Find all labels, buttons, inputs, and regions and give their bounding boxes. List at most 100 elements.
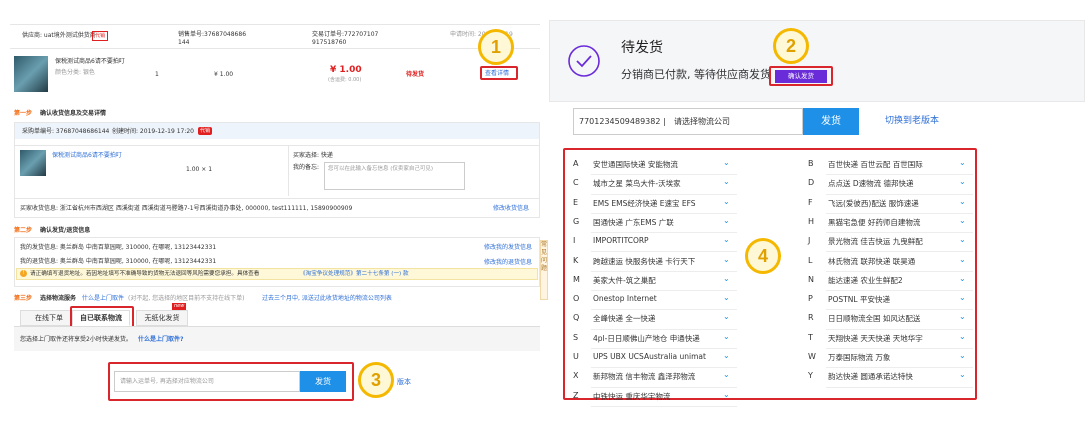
carrier-row[interactable]: F 飞远(爱彼西)配送 服饰速递 ⌄	[808, 195, 973, 214]
step1-label: 第一步	[14, 110, 33, 117]
carrier-row[interactable]: J 景光物流 佳吉快运 九曳鲜配 ⌄	[808, 233, 973, 253]
chevron-down-icon[interactable]: ⌄	[959, 274, 966, 283]
chevron-down-icon[interactable]: ⌄	[959, 159, 966, 167]
carrier-row[interactable]: W 万泰国际物流 万象 ⌄	[808, 349, 973, 369]
modify-address-link[interactable]: 修改收货信息	[493, 205, 529, 212]
carrier-names: 新邦物流 信丰物流 鑫泽邦物流	[593, 372, 696, 382]
chevron-down-icon[interactable]: ⌄	[723, 371, 730, 379]
pickup-what-link[interactable]: 什么是上门取件?	[138, 336, 183, 343]
carrier-row[interactable]: Q 全峰快递 全一快递 ⌄	[573, 310, 737, 330]
step-circle-4: 4	[745, 238, 781, 274]
carrier-row[interactable]: Z 中铁快运 重庆华宇物流 ⌄	[573, 388, 737, 407]
version-link[interactable]: 版本	[397, 378, 411, 386]
chevron-down-icon[interactable]: ⌄	[723, 159, 730, 167]
chevron-down-icon[interactable]: ⌄	[723, 236, 730, 244]
pickup-text: 您选择上门取件还将享受2小时快递发货。	[20, 336, 132, 343]
carrier-letter: U	[573, 352, 579, 361]
ship-button[interactable]: 发货	[300, 371, 346, 392]
chevron-down-icon[interactable]: ⌄	[723, 390, 730, 399]
carrier-letter: J	[808, 236, 811, 246]
status-subtitle: 分销商已付款, 等待供应商发货	[621, 68, 771, 81]
chevron-down-icon[interactable]: ⌄	[959, 216, 966, 225]
modify-ship-link[interactable]: 修改我的发货信息	[484, 244, 532, 251]
pickup-link[interactable]: 什么是上门取件	[82, 295, 124, 302]
ship-button-new[interactable]: 发货	[803, 108, 859, 135]
chevron-down-icon[interactable]: ⌄	[723, 313, 730, 321]
unit-price: ¥ 1.00	[214, 71, 234, 78]
remark-textarea[interactable]: 您可以在此输入备忘信息 (仅卖家自己可见)	[324, 162, 465, 190]
carrier-row[interactable]: N 能达速递 农业生鲜配2 ⌄	[808, 272, 973, 292]
carrier-row[interactable]: E EMS EMS经济快递 E速宝 EFS ⌄	[573, 195, 737, 214]
carrier-letter: B	[808, 159, 814, 168]
confirm-ship-button[interactable]: 确认发货	[775, 70, 827, 83]
carrier-row[interactable]: S 4pl-日日顺佛山产地仓 申通快递 ⌄	[573, 330, 737, 349]
chevron-down-icon[interactable]: ⌄	[723, 294, 730, 302]
carrier-row[interactable]: I IMPORTITCORP ⌄	[573, 233, 737, 253]
carrier-row[interactable]: Y 韵达快递 圆通承诺达特快 ⌄	[808, 368, 973, 388]
tracking-input-new[interactable]: 7701234509489382 | 请选择物流公司	[573, 108, 803, 135]
product-color: 颜色分类: 银色	[55, 69, 95, 76]
switch-old-version-link[interactable]: 切换到老版本	[885, 116, 939, 127]
carrier-names: 飞远(爱彼西)配送 服饰速递	[828, 198, 919, 208]
carrier-names: POSTNL 平安快递	[828, 295, 890, 305]
step-circle-2: 2	[773, 28, 809, 64]
carrier-row[interactable]: A 安世通国际快递 安能物流 ⌄	[573, 156, 737, 176]
carrier-letter: O	[573, 294, 580, 304]
tracking-placeholder: 请输入运单号, 再选择对应物流公司	[120, 378, 214, 385]
step1-product-name[interactable]: 保税测试商品6请不要拍叮	[52, 152, 122, 159]
status-header	[549, 20, 1085, 102]
carrier-row[interactable]: R 日日顺物流全国 如风达配送 ⌄	[808, 310, 973, 330]
chevron-down-icon[interactable]: ⌄	[723, 216, 730, 225]
chevron-down-icon[interactable]: ⌄	[959, 255, 966, 264]
notice-link[interactable]: 《淘宝争议处理规范》第二十七条第 (一) 款	[300, 271, 409, 278]
carrier-row[interactable]: K 跨越速运 快服务快递 卡行天下 ⌄	[573, 253, 737, 272]
side-help-tab[interactable]: 常见问题	[540, 240, 548, 300]
carrier-row[interactable]: G 国通快递 广东EMS 广联 ⌄	[573, 214, 737, 234]
carrier-row[interactable]: D 点点送 D速物流 德邦快递 ⌄	[808, 175, 973, 195]
chevron-down-icon[interactable]: ⌄	[723, 332, 730, 341]
carrier-names: 日日顺物流全国 如风达配送	[828, 314, 921, 324]
chevron-down-icon[interactable]: ⌄	[959, 197, 966, 206]
chevron-down-icon[interactable]: ⌄	[723, 255, 730, 264]
trade-no: 交易订单号:772707107	[312, 31, 379, 38]
carrier-names: 林氏物流 联邦快递 联昊通	[828, 256, 916, 266]
chevron-down-icon[interactable]: ⌄	[959, 294, 966, 302]
carrier-row[interactable]: P POSTNL 平安快递 ⌄	[808, 291, 973, 311]
trade-no-cont: 917518760	[312, 39, 347, 46]
chevron-down-icon[interactable]: ⌄	[959, 313, 966, 321]
history-carriers-link[interactable]: 过去三个月中, 派送过此收货地址的物流公司列表	[262, 295, 392, 302]
carrier-letter: M	[573, 274, 580, 284]
carrier-names: 韵达快递 圆通承诺达特快	[828, 372, 913, 382]
chevron-down-icon[interactable]: ⌄	[959, 371, 966, 379]
modify-return-link[interactable]: 修改我的退货信息	[484, 259, 532, 266]
chevron-down-icon[interactable]: ⌄	[723, 197, 730, 206]
product-thumbnail-2	[20, 150, 46, 176]
tab-paperless[interactable]: 无纸化发货	[136, 310, 188, 326]
total-price: ¥ 1.00	[330, 65, 362, 75]
carrier-letter: Y	[808, 371, 813, 381]
carrier-names: 万泰国际物流 万象	[828, 353, 891, 362]
chevron-down-icon[interactable]: ⌄	[959, 332, 966, 341]
chevron-down-icon[interactable]: ⌄	[959, 178, 966, 186]
carrier-row[interactable]: H 黑猫宅急便 好药师自建物流 ⌄	[808, 214, 973, 234]
chevron-down-icon[interactable]: ⌄	[723, 352, 730, 360]
chevron-down-icon[interactable]: ⌄	[723, 178, 730, 186]
carrier-row[interactable]: U UPS UBX UCSAustralia unimat ⌄	[573, 349, 737, 369]
status-title: 待发货	[621, 40, 663, 56]
chevron-down-icon[interactable]: ⌄	[959, 352, 966, 360]
carrier-row[interactable]: L 林氏物流 联邦快递 联昊通 ⌄	[808, 253, 973, 272]
divider	[10, 24, 540, 25]
carrier-row[interactable]: T 天翔快递 天天快递 天地华宇 ⌄	[808, 330, 973, 349]
chevron-down-icon[interactable]: ⌄	[959, 236, 966, 244]
tracking-input[interactable]: 请输入运单号, 再选择对应物流公司	[114, 371, 300, 392]
carrier-names: 景光物流 佳吉快运 九曳鲜配	[828, 237, 923, 247]
step2-title: 确认发货/退货信息	[40, 227, 91, 234]
view-detail-button[interactable]: 查看详情	[485, 70, 509, 77]
carrier-letter: T	[808, 332, 813, 342]
carrier-row[interactable]: B 百世快递 百世云配 百世国际 ⌄	[808, 156, 973, 176]
carrier-row[interactable]: X 新邦物流 信丰物流 鑫泽邦物流 ⌄	[573, 368, 737, 388]
carrier-row[interactable]: M 美家大件-筑之巢配 ⌄	[573, 272, 737, 292]
carrier-row[interactable]: O Onestop Internet ⌄	[573, 291, 737, 311]
carrier-row[interactable]: C 城市之星 菜鸟大件-沃埃家 ⌄	[573, 175, 737, 195]
chevron-down-icon[interactable]: ⌄	[723, 274, 730, 283]
